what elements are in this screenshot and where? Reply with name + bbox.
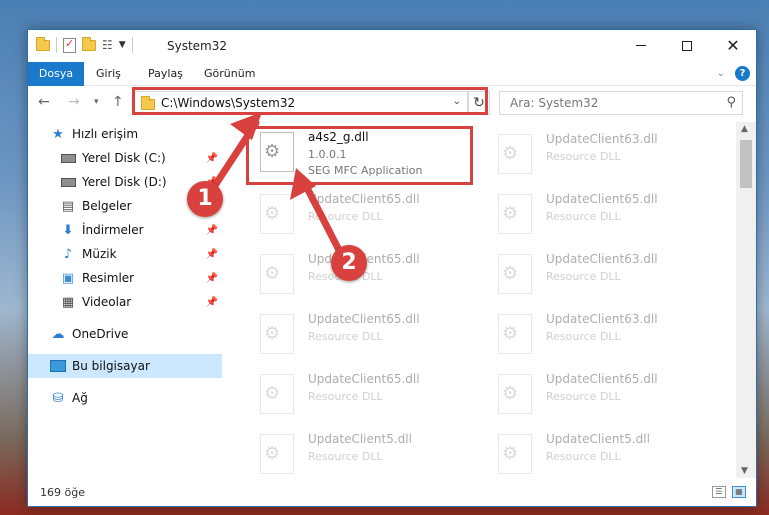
annotation-arrows <box>208 112 346 260</box>
step-2-badge: 2 <box>331 245 367 281</box>
arrow-2 <box>290 168 346 260</box>
step-1-badge: 1 <box>187 181 223 217</box>
arrow-1 <box>208 112 262 194</box>
